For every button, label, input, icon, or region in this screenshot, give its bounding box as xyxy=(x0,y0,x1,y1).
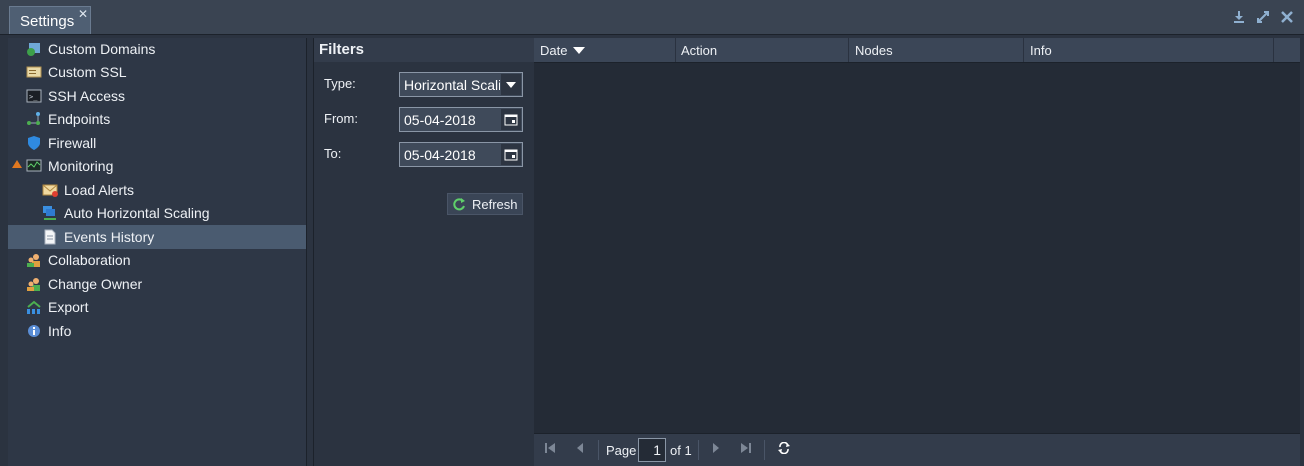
type-label: Type: xyxy=(324,76,356,91)
sidebar-item-label: SSH Access xyxy=(48,88,126,104)
page-of-label: of 1 xyxy=(670,443,692,458)
sidebar-item-label: Events History xyxy=(64,229,155,245)
filters-header: Filters xyxy=(314,38,534,62)
info-icon xyxy=(26,323,42,339)
sidebar-item-change-owner[interactable]: Change Owner xyxy=(8,272,306,296)
sidebar-item-label: Change Owner xyxy=(48,276,143,292)
divider xyxy=(698,440,699,460)
terminal-icon: >_ xyxy=(26,88,42,104)
column-info-label: Info xyxy=(1030,42,1052,58)
pagination-bar: Page 1 of 1 xyxy=(534,433,1300,466)
tab-settings[interactable]: Settings ✕ xyxy=(9,6,91,34)
sidebar-item-info[interactable]: Info xyxy=(8,319,306,343)
page-label: Page xyxy=(606,443,637,458)
from-date-value: 05-04-2018 xyxy=(404,112,476,128)
scaling-icon xyxy=(42,205,58,221)
from-date-field[interactable]: 05-04-2018 xyxy=(399,107,523,132)
sidebar-item-ssh-access[interactable]: >_ SSH Access xyxy=(8,84,306,108)
sidebar-item-collaboration[interactable]: Collaboration xyxy=(8,248,306,272)
previous-page-icon[interactable] xyxy=(574,442,586,457)
refresh-label: Refresh xyxy=(472,196,518,212)
sidebar-item-label: Collaboration xyxy=(48,252,131,268)
sidebar-item-label: Export xyxy=(48,299,89,315)
sidebar-item-label: Endpoints xyxy=(48,111,111,127)
document-icon xyxy=(42,229,58,245)
to-date-field[interactable]: 05-04-2018 xyxy=(399,142,523,167)
page-number-input[interactable]: 1 xyxy=(638,438,666,462)
reload-icon[interactable] xyxy=(778,441,790,457)
sidebar-item-custom-ssl[interactable]: Custom SSL xyxy=(8,60,306,84)
tab-label: Settings xyxy=(20,13,75,30)
sidebar-item-load-alerts[interactable]: Load Alerts xyxy=(8,178,306,202)
calendar-icon[interactable] xyxy=(501,144,521,165)
type-select-value: Horizontal Scaling xyxy=(404,77,500,93)
tab-close-icon[interactable]: ✕ xyxy=(78,8,88,20)
settings-sidebar: Custom Domains Custom SSL >_ SSH Access … xyxy=(8,38,307,466)
shield-icon xyxy=(26,135,42,151)
type-select[interactable]: Horizontal Scaling xyxy=(399,72,523,97)
column-date-label: Date xyxy=(540,42,568,58)
sidebar-item-label: Monitoring xyxy=(48,158,114,174)
to-date-value: 05-04-2018 xyxy=(404,147,476,163)
sidebar-item-custom-domains[interactable]: Custom Domains xyxy=(8,37,306,61)
users-icon xyxy=(26,252,42,268)
refresh-button[interactable]: Refresh xyxy=(447,193,523,215)
sidebar-item-auto-horizontal-scaling[interactable]: Auto Horizontal Scaling xyxy=(8,201,306,225)
sort-descending-icon xyxy=(573,46,586,54)
download-icon[interactable] xyxy=(1232,10,1246,24)
sidebar-item-monitoring[interactable]: Monitoring xyxy=(8,154,306,178)
sidebar-item-label: Custom Domains xyxy=(48,41,156,57)
sidebar-item-label: Firewall xyxy=(48,135,97,151)
sidebar-item-label: Auto Horizontal Scaling xyxy=(64,205,210,221)
filters-title: Filters xyxy=(319,41,365,58)
change-owner-icon xyxy=(26,276,42,292)
column-nodes[interactable]: Nodes xyxy=(849,38,1024,62)
filters-panel: Filters Type: Horizontal Scaling From: 0… xyxy=(313,38,534,466)
first-page-icon[interactable] xyxy=(544,442,556,457)
to-label: To: xyxy=(324,146,342,161)
sidebar-item-label: Load Alerts xyxy=(64,182,135,198)
endpoints-icon xyxy=(26,111,42,127)
column-nodes-label: Nodes xyxy=(855,42,893,58)
column-date[interactable]: Date xyxy=(534,38,676,62)
column-info[interactable]: Info xyxy=(1024,38,1274,62)
divider xyxy=(764,440,765,460)
refresh-icon xyxy=(451,196,467,212)
next-page-icon[interactable] xyxy=(710,442,722,457)
sidebar-item-export[interactable]: Export xyxy=(8,295,306,319)
sidebar-item-firewall[interactable]: Firewall xyxy=(8,131,306,155)
sidebar-item-label: Custom SSL xyxy=(48,64,127,80)
sidebar-item-endpoints[interactable]: Endpoints xyxy=(8,107,306,131)
calendar-icon[interactable] xyxy=(501,109,521,130)
maximize-icon[interactable] xyxy=(1256,10,1270,24)
chevron-down-icon[interactable] xyxy=(501,74,521,95)
divider xyxy=(598,440,599,460)
expand-arrow-icon[interactable] xyxy=(12,160,22,168)
window-header: Settings ✕ xyxy=(0,0,1304,35)
envelope-alert-icon xyxy=(42,182,58,198)
close-icon[interactable] xyxy=(1280,10,1294,24)
monitor-icon xyxy=(26,158,42,174)
column-action[interactable]: Action xyxy=(675,38,849,62)
ssl-certificate-icon xyxy=(26,64,42,80)
events-grid: Date Action Nodes Info Page 1 of 1 xyxy=(534,38,1300,466)
svg-text:>_: >_ xyxy=(29,93,38,101)
domain-icon xyxy=(26,41,42,57)
column-action-label: Action xyxy=(681,42,718,58)
grid-header: Date Action Nodes Info xyxy=(534,38,1300,63)
sidebar-item-label: Info xyxy=(48,323,72,339)
last-page-icon[interactable] xyxy=(740,442,752,457)
from-label: From: xyxy=(324,111,358,126)
export-icon xyxy=(26,299,42,315)
sidebar-item-events-history[interactable]: Events History xyxy=(8,225,306,249)
